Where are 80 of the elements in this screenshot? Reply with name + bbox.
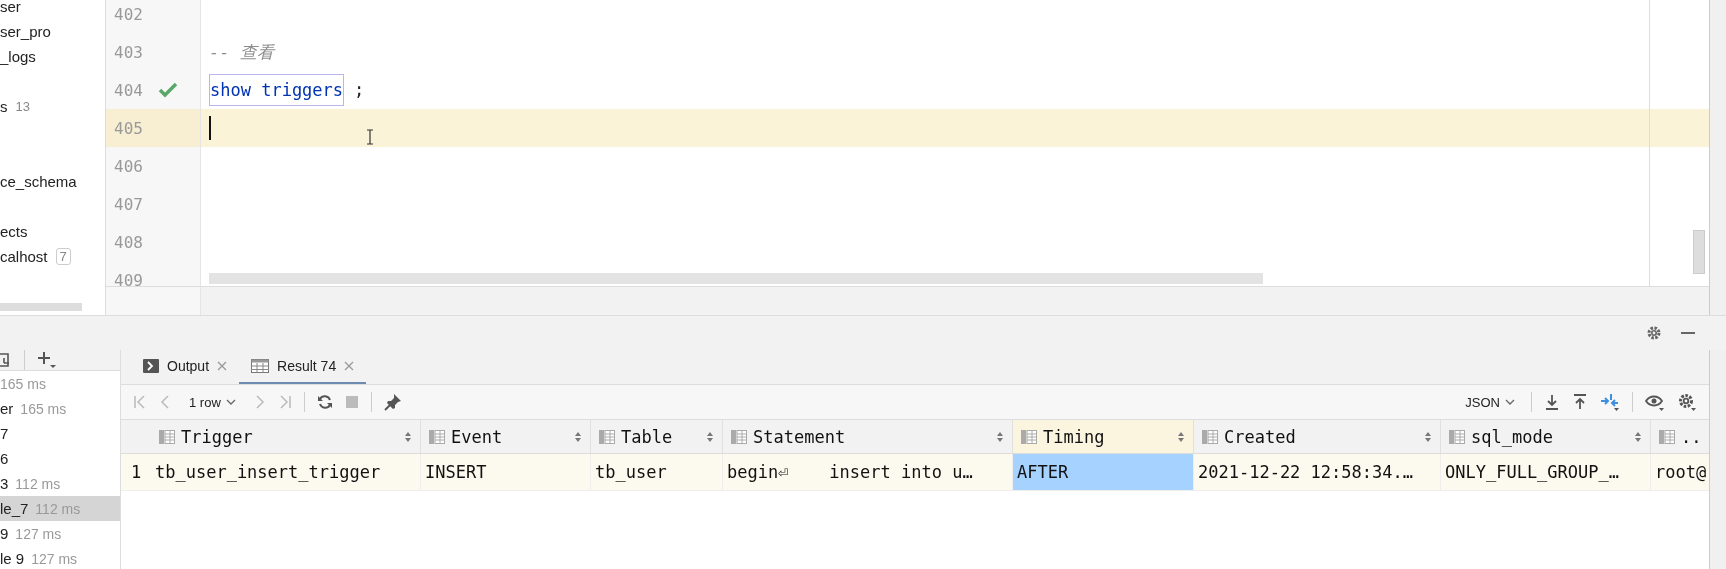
sort-icon[interactable]: [1424, 430, 1432, 443]
column-icon: [1021, 429, 1037, 444]
cursor-icon: [366, 129, 374, 145]
settings-icon[interactable]: [1677, 392, 1697, 412]
caret-icon: [1505, 398, 1515, 406]
line-number: 404: [114, 80, 144, 100]
sort-icon[interactable]: [706, 430, 714, 443]
item-count: 7: [55, 248, 71, 265]
column-icon: [1202, 429, 1218, 444]
line-number: 403: [114, 42, 144, 62]
code-text: ;: [354, 80, 365, 100]
history-item[interactable]: 9 127 ms: [0, 521, 120, 546]
column-header[interactable]: sql_mode: [1441, 420, 1651, 453]
column-icon: [731, 429, 747, 444]
sort-icon[interactable]: [574, 430, 582, 443]
table-cell[interactable]: tb_user_insert_trigger: [151, 454, 421, 490]
history-item[interactable]: le 9 127 ms: [0, 546, 120, 569]
line-number: 408: [114, 232, 144, 252]
code-comment: -- 查看: [209, 40, 274, 64]
line-number: 409: [114, 270, 144, 286]
scrollbar[interactable]: [209, 273, 1263, 284]
history-item[interactable]: 6: [0, 446, 120, 471]
column-header[interactable]: Event: [421, 420, 591, 453]
history-item[interactable]: er 165 ms: [0, 396, 120, 421]
column-header[interactable]: Timing: [1013, 420, 1194, 453]
eye-icon[interactable]: [1645, 393, 1665, 411]
tree-item[interactable]: _logs: [0, 48, 36, 65]
table-icon: [251, 359, 270, 373]
close-icon[interactable]: [217, 361, 228, 371]
history-item[interactable]: 3 112 ms: [0, 471, 120, 496]
column-icon: [429, 429, 445, 444]
column-icon: [1449, 429, 1465, 444]
sort-icon[interactable]: [404, 430, 412, 443]
tree-item[interactable]: ce_schema: [0, 173, 77, 190]
minimize-icon[interactable]: [1680, 331, 1696, 335]
sort-icon[interactable]: [996, 430, 1004, 443]
column-icon: [599, 429, 615, 444]
download-icon[interactable]: [1544, 394, 1560, 410]
table-cell[interactable]: ONLY_FULL_GROUP_…: [1441, 454, 1651, 490]
table-cell[interactable]: AFTER: [1013, 454, 1194, 490]
column-icon: [159, 429, 175, 444]
column-icon: [1659, 429, 1675, 444]
table-cell[interactable]: tb_user: [591, 454, 723, 490]
code-editor[interactable]: 402 403 -- 查看 404 show triggers ; 405 406 407 408 409: [106, 0, 1709, 287]
tree-item[interactable]: ser_pro: [0, 23, 51, 40]
scrollbar[interactable]: [0, 303, 82, 311]
close-icon[interactable]: [344, 361, 355, 371]
item-count: 13: [15, 99, 30, 114]
tree-item[interactable]: ser: [0, 0, 21, 15]
tree-item[interactable]: calhost: [0, 248, 48, 265]
tree-item[interactable]: s: [0, 98, 8, 115]
column-header[interactable]: Table: [591, 420, 723, 453]
history-item[interactable]: le_7 112 ms: [0, 496, 120, 521]
format-dropdown[interactable]: JSON: [1461, 394, 1519, 410]
refresh-icon[interactable]: [316, 394, 333, 410]
line-number: 406: [114, 156, 144, 176]
text-caret: [209, 116, 211, 140]
column-header[interactable]: Trigger: [151, 420, 421, 453]
column-header[interactable]: Created: [1194, 420, 1441, 453]
sql-keyword: show triggers: [209, 74, 345, 106]
line-number: 402: [114, 4, 144, 24]
add-icon[interactable]: [37, 350, 57, 370]
line-number: 407: [114, 194, 144, 214]
row-number: 1: [129, 461, 143, 484]
scrollbar[interactable]: [1693, 230, 1705, 274]
console-icon: [143, 359, 159, 373]
table-cell[interactable]: 2021-12-22 12:58:34.…: [1194, 454, 1441, 490]
tree-item[interactable]: ects: [0, 223, 28, 240]
compare-icon[interactable]: [1600, 392, 1620, 412]
sort-icon[interactable]: [1634, 430, 1642, 443]
table-cell[interactable]: INSERT: [421, 454, 591, 490]
result-tab[interactable]: Output: [131, 350, 240, 384]
rows-dropdown[interactable]: 1 row: [185, 394, 240, 410]
history-item[interactable]: 7: [0, 421, 120, 446]
table-row[interactable]: 1 tb_user_insert_trigger INSERT tb_user begin⏎ insert into u… AFTER 2021-12-22 12:58:34.… ONLY_FULL_GROUP_… root@: [121, 454, 1709, 491]
caret-icon: [225, 398, 236, 406]
line-number: 405: [114, 118, 144, 138]
upload-icon[interactable]: [1572, 394, 1588, 410]
settings-icon[interactable]: [1646, 325, 1662, 341]
sort-icon[interactable]: [1177, 430, 1185, 443]
